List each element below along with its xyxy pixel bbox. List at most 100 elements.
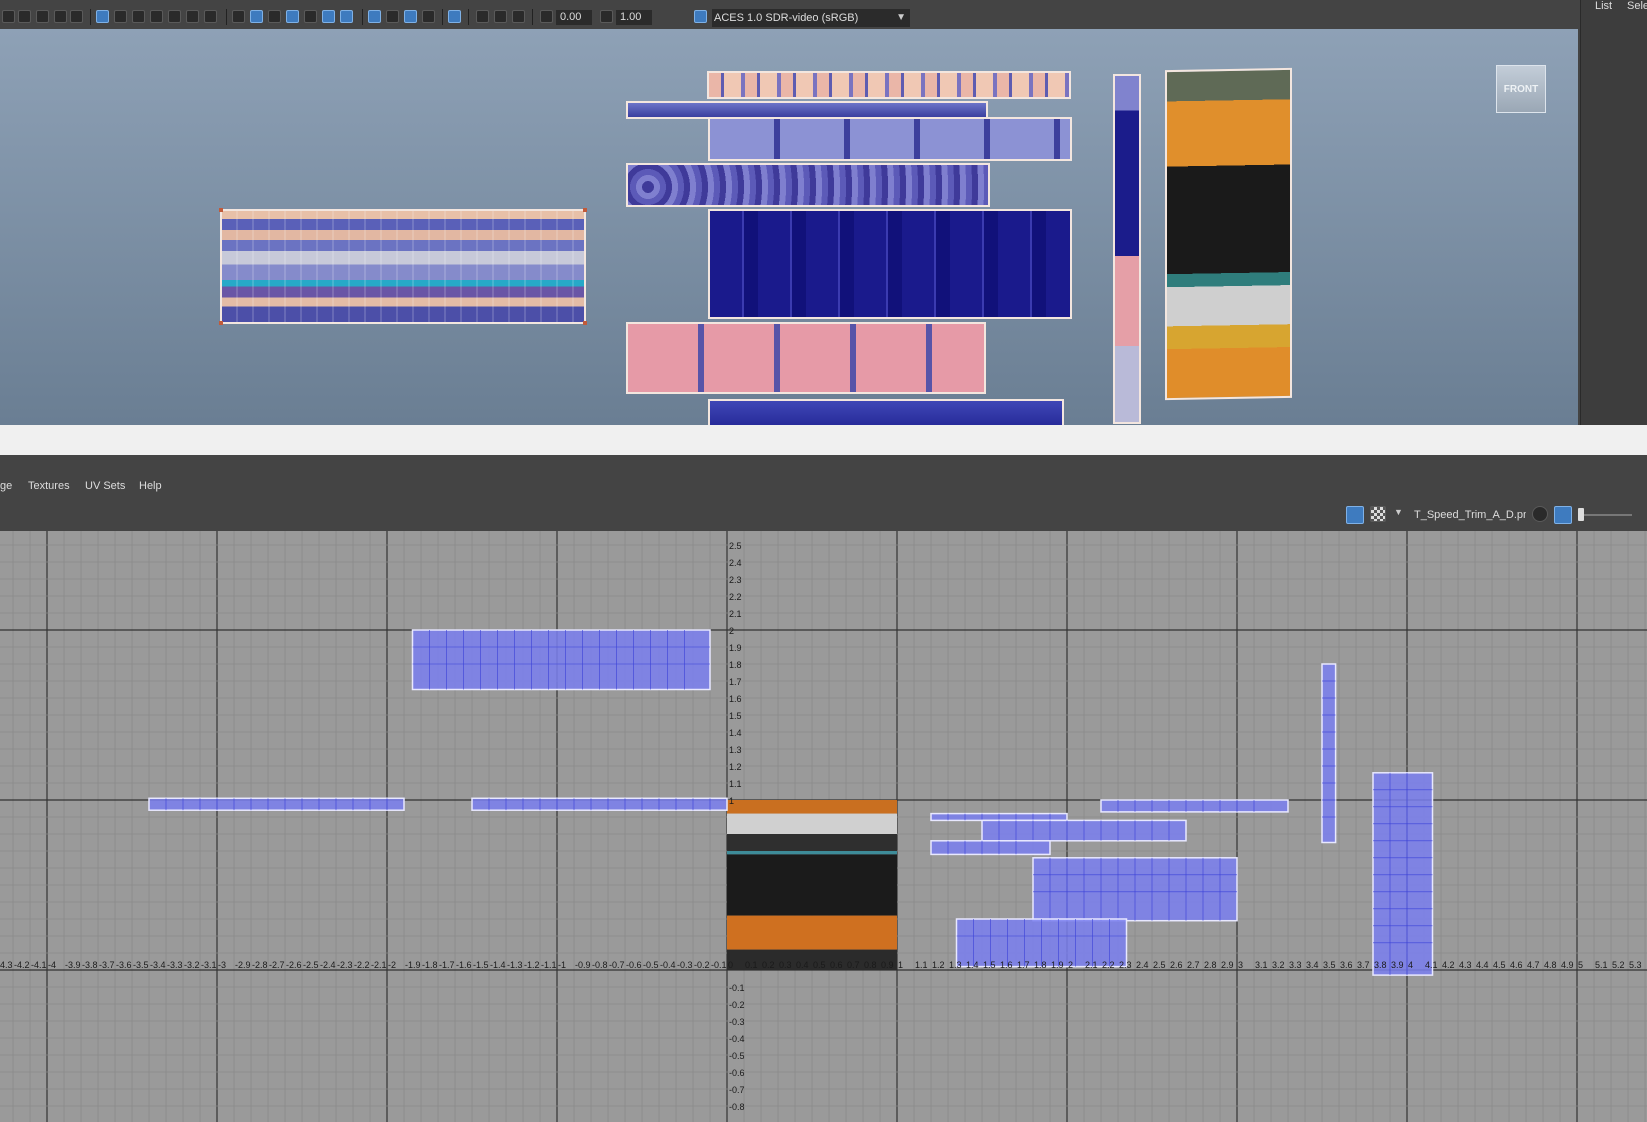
grid-icon[interactable] [96,10,109,23]
chevron-down-icon[interactable]: ▼ [1394,507,1403,517]
x-tick-label: 1.8 [1034,960,1047,970]
chevron-down-icon: ▼ [896,12,906,23]
y-tick-label: 2.2 [729,592,742,602]
menu-textures[interactable]: Textures [28,480,70,492]
mesh-trim-bottom[interactable] [708,399,1064,425]
display-image-icon[interactable] [1346,506,1364,524]
exposure-field[interactable]: 0.00 [556,10,592,25]
x-tick-label: 1.3 [949,960,962,970]
wireframe-on-shaded-icon[interactable] [286,10,299,23]
default-material-icon[interactable] [268,10,281,23]
antialias-icon[interactable] [404,10,417,23]
mesh-trim-orange-black[interactable] [1165,67,1292,401]
x-tick-label: -3.6 [116,960,132,970]
viewcube[interactable]: FRONT [1496,65,1546,113]
xray-components-icon[interactable] [512,10,525,23]
rotate-tool-icon[interactable] [54,10,67,23]
list-menu[interactable]: List [1595,0,1612,12]
uv-grid[interactable]: -4.3-4.2-4.1-4-3.9-3.8-3.7-3.6-3.5-3.4-3… [0,531,1647,1122]
refresh-texture-icon[interactable] [1532,506,1548,522]
x-tick-label: 4.8 [1544,960,1557,970]
x-tick-label: 2.1 [1085,960,1098,970]
exposure-slider-track[interactable] [1578,514,1632,516]
x-tick-label: -4.3 [0,960,13,970]
uv-shell [1372,772,1434,976]
gamma-field[interactable]: 1.00 [616,10,652,25]
x-tick-label: 3.9 [1391,960,1404,970]
x-tick-label: -1.4 [490,960,506,970]
y-tick-label: -0.8 [729,1102,745,1112]
film-gate-icon[interactable] [114,10,127,23]
y-tick-label: 1.9 [729,643,742,653]
menu-help[interactable]: Help [139,480,162,492]
x-tick-label: 4.4 [1476,960,1489,970]
motion-blur-icon[interactable] [386,10,399,23]
menu-uv-sets[interactable]: UV Sets [85,480,125,492]
x-tick-label: -0.7 [609,960,625,970]
mesh-trim-pink-panels[interactable] [626,322,986,394]
xray-icon[interactable] [476,10,489,23]
checker-icon[interactable] [1370,506,1386,522]
x-tick-label: -0.3 [677,960,693,970]
wireframe-icon[interactable] [232,10,245,23]
select-menu[interactable]: Sele [1627,0,1647,12]
select-tool-icon[interactable] [18,10,31,23]
isolate-select-icon[interactable] [448,10,461,23]
3d-viewport[interactable]: FRONT [0,29,1578,425]
x-tick-label: 1.7 [1017,960,1030,970]
uv-editor-canvas[interactable]: -4.3-4.2-4.1-4-3.9-3.8-3.7-3.6-3.5-3.4-3… [0,531,1647,1122]
x-tick-label: 5.2 [1612,960,1625,970]
x-tick-label: 1.1 [915,960,928,970]
exposure-icon[interactable] [540,10,553,23]
mesh-trim-bolts[interactable] [626,163,990,207]
color-space-dropdown[interactable]: ACES 1.0 SDR-video (sRGB) ▼ [712,9,910,27]
move-tool-icon[interactable] [36,10,49,23]
textured-icon[interactable] [304,10,317,23]
mesh-trim-ribbed[interactable] [708,209,1072,319]
texture-name-dropdown[interactable]: T_Speed_Trim_A_D.png [1414,509,1526,521]
mesh-trim-vents[interactable] [708,117,1072,161]
x-tick-label: 0.6 [830,960,843,970]
x-tick-label: -2.3 [337,960,353,970]
x-tick-label: 2.6 [1170,960,1183,970]
image-exposure-icon[interactable] [1554,506,1572,524]
ambient-occlusion-icon[interactable] [368,10,381,23]
x-tick-label: -2.7 [269,960,285,970]
color-management-icon[interactable] [694,10,707,23]
lights-icon[interactable] [322,10,335,23]
shadows-icon[interactable] [340,10,353,23]
x-tick-label: 1.2 [932,960,945,970]
gate-mask-icon[interactable] [150,10,163,23]
paint-tool-icon[interactable] [70,10,83,23]
xray-joints-icon[interactable] [494,10,507,23]
y-tick-label: 2.3 [729,575,742,585]
texture-band [727,854,897,916]
mesh-trim-panel-left[interactable] [219,208,587,325]
depth-of-field-icon[interactable] [422,10,435,23]
x-tick-label: -0.2 [694,960,710,970]
x-tick-label: 2.7 [1187,960,1200,970]
x-tick-label: 0 [728,960,733,970]
x-tick-label: 5.1 [1595,960,1608,970]
exposure-slider-handle[interactable] [1578,508,1584,521]
bookmark-icon[interactable] [2,10,15,23]
x-tick-label: -1.5 [473,960,489,970]
x-tick-label: -2.1 [371,960,387,970]
menu-image[interactable]: ge [0,480,12,492]
resolution-gate-icon[interactable] [132,10,145,23]
safe-title-icon[interactable] [204,10,217,23]
x-tick-label: -0.5 [643,960,659,970]
x-tick-label: -2.5 [303,960,319,970]
mesh-trim-top-strip[interactable] [707,71,1071,99]
mesh-trim-vertical-strip[interactable] [1113,74,1141,424]
y-tick-label: 1 [729,796,734,806]
panel-divider[interactable] [0,425,1647,455]
smooth-shade-icon[interactable] [250,10,263,23]
y-tick-label: 2.5 [729,541,742,551]
safe-action-icon[interactable] [186,10,199,23]
gamma-icon[interactable] [600,10,613,23]
y-tick-label: -0.3 [729,1017,745,1027]
x-tick-label: 3.1 [1255,960,1268,970]
field-chart-icon[interactable] [168,10,181,23]
texture-band [727,813,897,834]
